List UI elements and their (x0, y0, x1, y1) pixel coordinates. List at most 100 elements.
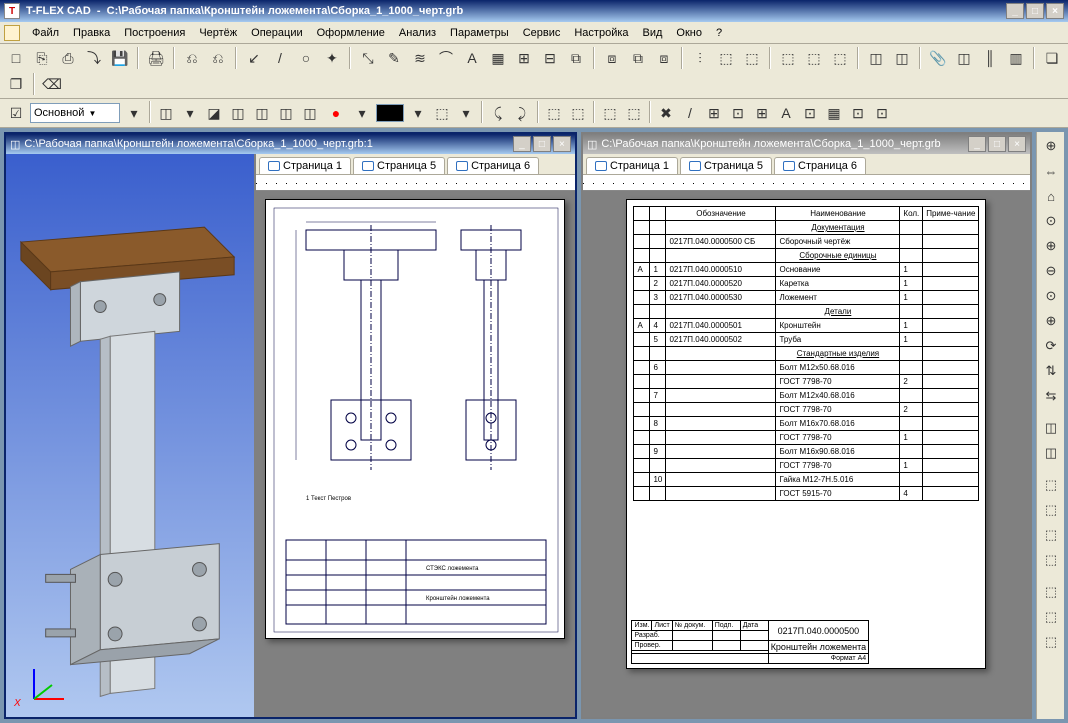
prop-icon-a-0[interactable]: ▾ (122, 101, 146, 125)
toolbar-icon-43[interactable]: ║ (978, 46, 1002, 70)
toolbar-icon-31[interactable]: ⬚ (714, 46, 738, 70)
prop-icon-a-5[interactable]: ◫ (226, 101, 250, 125)
menu-help[interactable]: ? (710, 25, 728, 41)
menu-edit[interactable]: Правка (67, 25, 116, 41)
prop-icon-c-14[interactable]: / (678, 101, 702, 125)
prop-icon-c-17[interactable]: ⊞ (750, 101, 774, 125)
toolbar-icon-26[interactable]: ⧈ (600, 46, 624, 70)
layer-visible-icon[interactable]: ☑ (4, 101, 28, 125)
mdi2-max-button[interactable]: □ (988, 136, 1006, 152)
prop-icon-c-15[interactable]: ⊞ (702, 101, 726, 125)
side-tool-12[interactable]: ◫ (1039, 416, 1063, 440)
toolbar-icon-27[interactable]: ⧉ (626, 46, 650, 70)
menu-window[interactable]: Окно (670, 25, 708, 41)
side-tool-1[interactable]: ⇔ (1039, 159, 1063, 183)
toolbar-icon-22[interactable]: ⊞ (512, 46, 536, 70)
bom-paper-area[interactable]: Обозначение Наименование Кол. Приме-чани… (583, 191, 1030, 717)
prop-icon-c-11[interactable]: ⬚ (622, 101, 646, 125)
menu-constructions[interactable]: Построения (118, 25, 191, 41)
toolbar-icon-24[interactable]: ⧉ (564, 46, 588, 70)
side-tool-9[interactable]: ⇅ (1039, 359, 1063, 383)
side-tool-15[interactable]: ⬚ (1039, 473, 1063, 497)
menu-view[interactable]: Вид (637, 25, 669, 41)
side-tool-4[interactable]: ⊕ (1039, 234, 1063, 258)
toolbar-icon-49[interactable]: ⌫ (40, 72, 64, 96)
maximize-button[interactable]: □ (1026, 3, 1044, 19)
toolbar-icon-28[interactable]: ⧈ (652, 46, 676, 70)
side-tool-18[interactable]: ⬚ (1039, 548, 1063, 572)
toolbar-icon-42[interactable]: ◫ (952, 46, 976, 70)
toolbar-icon-34[interactable]: ⬚ (776, 46, 800, 70)
drawing-paper-area[interactable]: 1 Текст Пестров (256, 191, 575, 717)
side-tool-0[interactable]: ⊕ (1039, 134, 1063, 158)
mdi2-tab-page6[interactable]: Страница 6 (774, 157, 866, 174)
toolbar-icon-8[interactable]: ⎌ (180, 46, 204, 70)
menu-settings[interactable]: Настройка (568, 25, 634, 41)
prop-icon-c-7[interactable]: ⬚ (542, 101, 566, 125)
mdi2-titlebar[interactable]: ◫ С:\Рабочая папка\Кронштейн ложемента\С… (583, 134, 1030, 154)
toolbar-icon-30[interactable]: ⫶ (688, 46, 712, 70)
prop-icon-a-4[interactable]: ◪ (202, 101, 226, 125)
prop-icon-a-6[interactable]: ◫ (250, 101, 274, 125)
menu-analysis[interactable]: Анализ (393, 25, 442, 41)
menu-drawing[interactable]: Чертёж (193, 25, 243, 41)
toolbar-icon-39[interactable]: ◫ (890, 46, 914, 70)
toolbar-icon-32[interactable]: ⬚ (740, 46, 764, 70)
prop-icon-c-13[interactable]: ✖ (654, 101, 678, 125)
mdi1-titlebar[interactable]: ◫ С:\Рабочая папка\Кронштейн ложемента\С… (6, 134, 575, 154)
toolbar-icon-11[interactable]: ↙ (242, 46, 266, 70)
menu-design[interactable]: Оформление (311, 25, 391, 41)
layer-combo[interactable]: Основной▼ (30, 103, 120, 123)
toolbar-icon-0[interactable]: □ (4, 46, 28, 70)
prop-icon-c-2[interactable]: ▾ (454, 101, 478, 125)
prop-icon-c-10[interactable]: ⬚ (598, 101, 622, 125)
prop-icon-c-4[interactable]: ⤹ (486, 101, 510, 125)
prop-icon-c-0[interactable]: ▾ (406, 101, 430, 125)
menu-service[interactable]: Сервис (517, 25, 567, 41)
toolbar-icon-6[interactable]: 🖨 (144, 46, 168, 70)
side-tool-6[interactable]: ⊙ (1039, 284, 1063, 308)
prop-icon-c-21[interactable]: ⊡ (846, 101, 870, 125)
3d-viewport[interactable]: X (6, 154, 256, 717)
color-red-icon[interactable]: ● (324, 101, 348, 125)
minimize-button[interactable]: _ (1006, 3, 1024, 19)
mdi2-tab-page1[interactable]: Страница 1 (586, 157, 678, 174)
toolbar-icon-16[interactable]: ⤡ (356, 46, 380, 70)
toolbar-icon-47[interactable]: ❐ (4, 72, 28, 96)
side-tool-22[interactable]: ⬚ (1039, 630, 1063, 654)
toolbar-icon-1[interactable]: ⎘ (30, 46, 54, 70)
side-tool-17[interactable]: ⬚ (1039, 523, 1063, 547)
side-tool-13[interactable]: ◫ (1039, 441, 1063, 465)
menu-file[interactable]: Файл (26, 25, 65, 41)
toolbar-icon-36[interactable]: ⬚ (828, 46, 852, 70)
side-tool-2[interactable]: ⌂ (1039, 184, 1063, 208)
side-tool-21[interactable]: ⬚ (1039, 605, 1063, 629)
toolbar-icon-17[interactable]: ✎ (382, 46, 406, 70)
tab-page6[interactable]: Страница 6 (447, 157, 539, 174)
side-tool-10[interactable]: ⇆ (1039, 384, 1063, 408)
toolbar-icon-41[interactable]: 📎 (926, 46, 950, 70)
toolbar-icon-38[interactable]: ◫ (864, 46, 888, 70)
prop-icon-a-8[interactable]: ◫ (298, 101, 322, 125)
side-tool-8[interactable]: ⟳ (1039, 334, 1063, 358)
menu-operations[interactable]: Операции (245, 25, 308, 41)
toolbar-icon-2[interactable]: ⎙ (56, 46, 80, 70)
tab-page5[interactable]: Страница 5 (353, 157, 445, 174)
toolbar-icon-9[interactable]: ⎌ (206, 46, 230, 70)
toolbar-icon-19[interactable]: ⌒ (434, 46, 458, 70)
toolbar-icon-35[interactable]: ⬚ (802, 46, 826, 70)
toolbar-icon-4[interactable]: 💾 (108, 46, 132, 70)
toolbar-icon-44[interactable]: ▥ (1004, 46, 1028, 70)
prop-icon-c-16[interactable]: ⊡ (726, 101, 750, 125)
current-color-swatch[interactable] (376, 104, 404, 122)
prop-icon-a-7[interactable]: ◫ (274, 101, 298, 125)
toolbar-icon-14[interactable]: ✦ (320, 46, 344, 70)
toolbar-icon-46[interactable]: ❏ (1040, 46, 1064, 70)
mdi1-min-button[interactable]: _ (513, 136, 531, 152)
mdi1-max-button[interactable]: □ (533, 136, 551, 152)
prop-icon-a-2[interactable]: ◫ (154, 101, 178, 125)
toolbar-icon-23[interactable]: ⊟ (538, 46, 562, 70)
side-tool-5[interactable]: ⊖ (1039, 259, 1063, 283)
prop-icon-a-3[interactable]: ▾ (178, 101, 202, 125)
color-dd-icon[interactable]: ▾ (350, 101, 374, 125)
